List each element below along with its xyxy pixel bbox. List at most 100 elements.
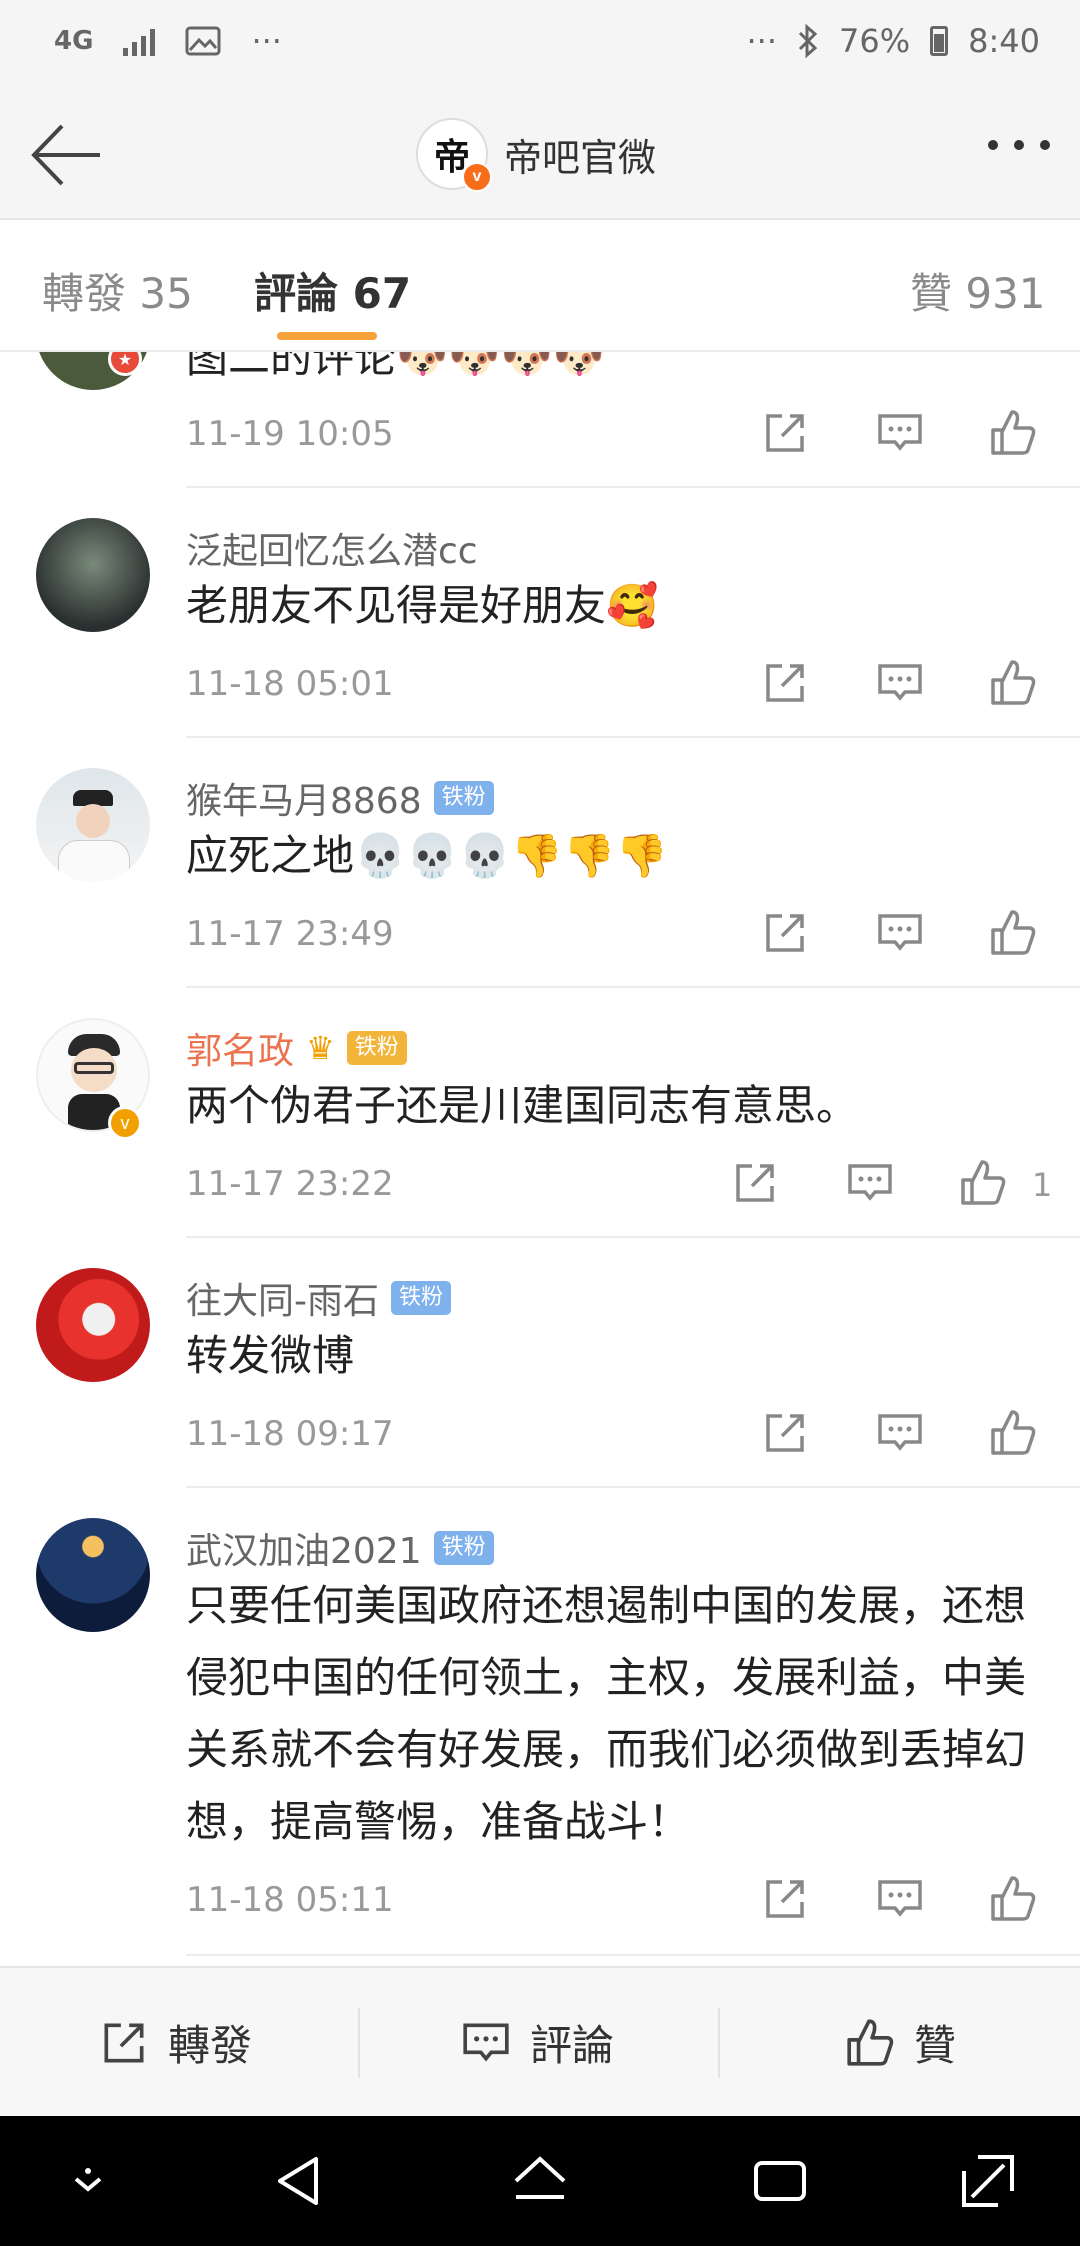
comment-text: 只要任何美国政府还想遏制中国的发展，还想侵犯中国的任何领土，主权，发展利益，中美… (186, 1581, 1027, 1846)
like-button[interactable]: 贊 (844, 2012, 956, 2073)
separator (358, 2008, 360, 2078)
fan-badge: 铁粉 (346, 1031, 407, 1065)
tab-bar: 轉發 35 評論 67 贊 931 (0, 220, 1080, 352)
comment-item: 泛起回忆怎么潜cc 老朋友不见得是好朋友🥰 11-18 05:01 (0, 488, 1080, 738)
vip-crown-icon: ♛ (306, 1029, 335, 1067)
comment-item: 猴年马月8868 铁粉 应死之地💀💀💀👎👎👎 11-17 23:49 (0, 738, 1080, 988)
fan-badge: 铁粉 (433, 781, 494, 815)
tab-active-indicator (277, 332, 377, 340)
share-icon[interactable] (760, 408, 810, 458)
home-icon[interactable] (510, 2151, 570, 2211)
comment-author[interactable]: 泛起回忆怎么潜cc (186, 522, 478, 574)
comment-time: 11-18 05:01 (186, 664, 394, 704)
image-icon (185, 26, 221, 56)
repost-button[interactable]: 轉發 (98, 2012, 252, 2073)
fan-badge: 铁粉 (433, 1531, 494, 1565)
account-avatar: 帝 v (416, 118, 492, 192)
like-count: 1 (1032, 1166, 1053, 1204)
fan-badge: 铁粉 (391, 1281, 452, 1315)
reply-icon[interactable] (845, 1158, 895, 1208)
avatar[interactable] (36, 1268, 150, 1382)
battery-icon (930, 26, 949, 56)
comment-list: ★ 图二的评论🐶🐶🐶🐶 11-19 10:05 泛起回忆怎么潜cc 老朋友不见得… (0, 352, 1080, 1964)
signal-icon (123, 26, 156, 56)
tab-comments[interactable]: 評論 67 (254, 260, 411, 321)
comment-time: 11-18 09:17 (186, 1414, 394, 1454)
comment-item: 武汉加油2021 铁粉 只要任何美国政府还想遏制中国的发展，还想侵犯中国的任何领… (0, 1488, 1080, 1958)
comment-item: ★ 图二的评论🐶🐶🐶🐶 11-19 10:05 (0, 352, 1080, 488)
comment-author[interactable]: 猴年马月8868 铁粉 (186, 772, 494, 824)
comment-text: 两个伪君子还是川建国同志有意思。 (186, 1081, 859, 1130)
comment-author[interactable]: 郭名政 ♛ 铁粉 (186, 1022, 407, 1074)
author-name: 泛起回忆怎么潜cc (186, 531, 478, 572)
comment-time: 11-17 23:49 (186, 914, 394, 954)
bottom-action-bar: 轉發 評論 贊 (0, 1966, 1080, 2118)
author-name: 猴年马月8868 (186, 781, 422, 822)
like-icon[interactable] (988, 408, 1038, 458)
bluetooth-icon (798, 24, 818, 58)
tab-likes[interactable]: 贊 931 (910, 260, 1046, 321)
share-icon[interactable] (760, 1874, 810, 1924)
like-icon[interactable] (988, 1874, 1038, 1924)
account-title[interactable]: 帝 v 帝吧官微 (416, 118, 657, 192)
like-icon[interactable] (988, 1408, 1038, 1458)
account-name: 帝吧官微 (504, 135, 657, 180)
avatar[interactable] (36, 518, 150, 632)
author-name: 郭名政 (186, 1031, 295, 1072)
verified-icon: v (462, 162, 492, 192)
comment-time: 11-18 05:11 (186, 1880, 394, 1920)
author-name: 武汉加油2021 (186, 1531, 422, 1572)
separator (718, 2008, 720, 2078)
like-icon[interactable] (958, 1158, 1008, 1208)
system-nav-bar (0, 2116, 1080, 2246)
expand-icon[interactable] (958, 2151, 1018, 2211)
recents-icon[interactable] (750, 2151, 810, 2211)
comment-time: 11-19 10:05 (186, 414, 394, 454)
verified-icon: v (108, 1106, 142, 1140)
reply-icon[interactable] (875, 1408, 925, 1458)
share-icon[interactable] (760, 908, 810, 958)
battery-percent: 76% (839, 22, 911, 60)
chevron-down-icon[interactable] (58, 2151, 118, 2211)
repost-label: 轉發 (168, 2021, 253, 2070)
tab-repost[interactable]: 轉發 35 (42, 260, 193, 321)
status-bar: 4G ··· ··· 76% 8:40 (0, 0, 1080, 88)
avatar[interactable] (36, 1518, 150, 1632)
clock: 8:40 (968, 22, 1040, 60)
network-indicator: 4G (54, 26, 94, 56)
arrow-left-icon (31, 124, 100, 186)
reply-icon[interactable] (875, 408, 925, 458)
back-triangle-icon[interactable] (270, 2151, 330, 2211)
back-button[interactable] (28, 120, 108, 190)
reply-icon[interactable] (875, 908, 925, 958)
like-icon (847, 2018, 894, 2066)
comment-text: 图二的评论🐶🐶🐶🐶 (186, 352, 606, 382)
like-icon[interactable] (988, 908, 1038, 958)
comment-text: 应死之地💀💀💀👎👎👎 (186, 831, 668, 880)
share-icon (104, 2023, 144, 2062)
comment-author[interactable]: 往大同-雨石 铁粉 (186, 1272, 452, 1324)
divider (186, 1954, 1080, 1956)
reply-icon[interactable] (875, 658, 925, 708)
comment-time: 11-17 23:22 (186, 1164, 394, 1204)
status-more-right: ··· (746, 22, 778, 60)
like-label: 贊 (914, 2021, 957, 2070)
comment-author[interactable]: 武汉加油2021 铁粉 (186, 1522, 494, 1574)
top-app-bar: 帝 v 帝吧官微 (0, 88, 1080, 220)
avatar[interactable] (36, 768, 150, 882)
comment-item: 往大同-雨石 铁粉 转发微博 11-18 09:17 (0, 1238, 1080, 1488)
share-icon[interactable] (760, 1408, 810, 1458)
share-icon[interactable] (730, 1158, 780, 1208)
reply-icon[interactable] (875, 1874, 925, 1924)
like-icon[interactable] (988, 658, 1038, 708)
author-name: 往大同-雨石 (186, 1281, 379, 1322)
comment-label: 評論 (530, 2021, 615, 2070)
comment-item: v 郭名政 ♛ 铁粉 两个伪君子还是川建国同志有意思。 11-17 23:22 … (0, 988, 1080, 1238)
share-icon[interactable] (760, 658, 810, 708)
comment-icon (463, 2023, 509, 2061)
comment-button[interactable]: 評論 (460, 2012, 614, 2073)
status-more-left: ··· (251, 22, 282, 60)
comment-text: 转发微博 (186, 1331, 355, 1380)
more-options-button[interactable] (988, 140, 1050, 150)
comment-text: 老朋友不见得是好朋友🥰 (186, 581, 659, 630)
